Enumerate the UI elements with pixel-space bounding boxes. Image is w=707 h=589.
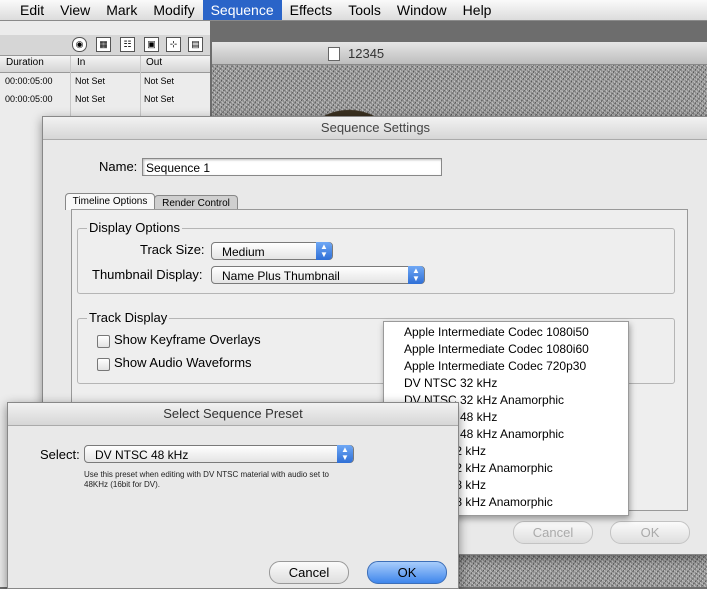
eye-icon[interactable]: ◉ [72, 37, 87, 52]
menu-modify[interactable]: Modify [145, 0, 202, 20]
menu-option[interactable]: Apple Intermediate Codec 1080i60 [384, 341, 628, 358]
menu-effects[interactable]: Effects [282, 0, 341, 20]
list-view-icon[interactable]: ☷ [120, 37, 135, 52]
preset-cancel-button[interactable]: Cancel [269, 561, 349, 584]
frame-view-icon[interactable]: ▣ [144, 37, 159, 52]
menu-window[interactable]: Window [389, 0, 455, 20]
name-field[interactable]: Sequence 1 [142, 158, 442, 176]
cell-duration: 00:00:05:00 [5, 76, 53, 86]
menu-option[interactable]: Apple Intermediate Codec 1080i50 [384, 324, 628, 341]
thumbnail-display-popup[interactable]: Name Plus Thumbnail ▲ ▼ [211, 266, 425, 284]
menu-bar: Edit View Mark Modify Sequence Effects T… [0, 0, 707, 21]
menu-view[interactable]: View [52, 0, 98, 20]
thumbnail-display-label: Thumbnail Display: [92, 267, 203, 282]
menu-option[interactable]: DV NTSC 32 kHz [384, 375, 628, 392]
columns-view-icon[interactable]: ▤ [188, 37, 203, 52]
browser-toolbar: ◉ ▦ ☷ ▣ ⊹ ▤ [0, 35, 210, 56]
preset-description-line-1: Use this preset when editing with DV NTS… [84, 470, 329, 479]
popup-arrows-icon: ▲ ▼ [337, 445, 353, 463]
popup-arrows-icon: ▲ ▼ [316, 242, 332, 260]
preset-description-line-2: 48KHz (16bit for DV). [84, 480, 161, 489]
menu-edit[interactable]: Edit [0, 0, 52, 20]
popup-arrows-icon: ▲ ▼ [408, 266, 424, 284]
select-sequence-preset-dialog: Select Sequence Preset Select: DV NTSC 4… [7, 402, 459, 589]
track-display-title: Track Display [87, 310, 170, 325]
dialog-title: Sequence Settings [43, 117, 707, 140]
cancel-button[interactable]: Cancel [513, 521, 593, 544]
viewer-titlebar[interactable]: 12345 [212, 42, 707, 65]
menu-help[interactable]: Help [455, 0, 500, 20]
column-header-duration[interactable]: Duration [6, 57, 44, 68]
viewer-title: 12345 [348, 46, 385, 61]
menu-sequence[interactable]: Sequence [202, 0, 282, 20]
display-options-title: Display Options [87, 220, 183, 235]
menu-option[interactable]: Apple Intermediate Codec 720p30 [384, 358, 628, 375]
display-options-group [77, 228, 675, 294]
cell-out: Not Set [144, 94, 175, 104]
person-view-icon[interactable]: ⊹ [166, 37, 181, 52]
menu-mark[interactable]: Mark [98, 0, 145, 20]
document-icon [328, 47, 340, 61]
cell-in: Not Set [75, 94, 106, 104]
select-label: Select: [40, 447, 80, 462]
ok-button[interactable]: OK [610, 521, 690, 544]
cell-out: Not Set [144, 76, 175, 86]
preset-ok-button[interactable]: OK [367, 561, 447, 584]
preset-dialog-title: Select Sequence Preset [8, 403, 458, 426]
tab-timeline-options[interactable]: Timeline Options [65, 193, 155, 210]
audio-waveforms-checkbox[interactable] [97, 358, 110, 371]
track-size-label: Track Size: [140, 242, 205, 257]
cell-duration: 00:00:05:00 [5, 94, 53, 104]
preset-select-popup[interactable]: DV NTSC 48 kHz ▲ ▼ [84, 445, 354, 463]
table-row[interactable]: 00:00:05:00 Not Set Not Set [0, 73, 210, 91]
browser-table-header: Duration In Out [0, 56, 210, 73]
cell-in: Not Set [75, 76, 106, 86]
menu-tools[interactable]: Tools [340, 0, 389, 20]
audio-waveforms-label: Show Audio Waveforms [114, 355, 252, 370]
keyframe-overlays-checkbox[interactable] [97, 335, 110, 348]
track-size-popup[interactable]: Medium ▲ ▼ [211, 242, 333, 260]
column-header-in[interactable]: In [77, 57, 85, 68]
name-label: Name: [99, 159, 138, 174]
column-header-out[interactable]: Out [146, 57, 162, 68]
grid-view-icon[interactable]: ▦ [96, 37, 111, 52]
keyframe-overlays-label: Show Keyframe Overlays [114, 332, 261, 347]
table-row[interactable]: 00:00:05:00 Not Set Not Set [0, 91, 210, 109]
